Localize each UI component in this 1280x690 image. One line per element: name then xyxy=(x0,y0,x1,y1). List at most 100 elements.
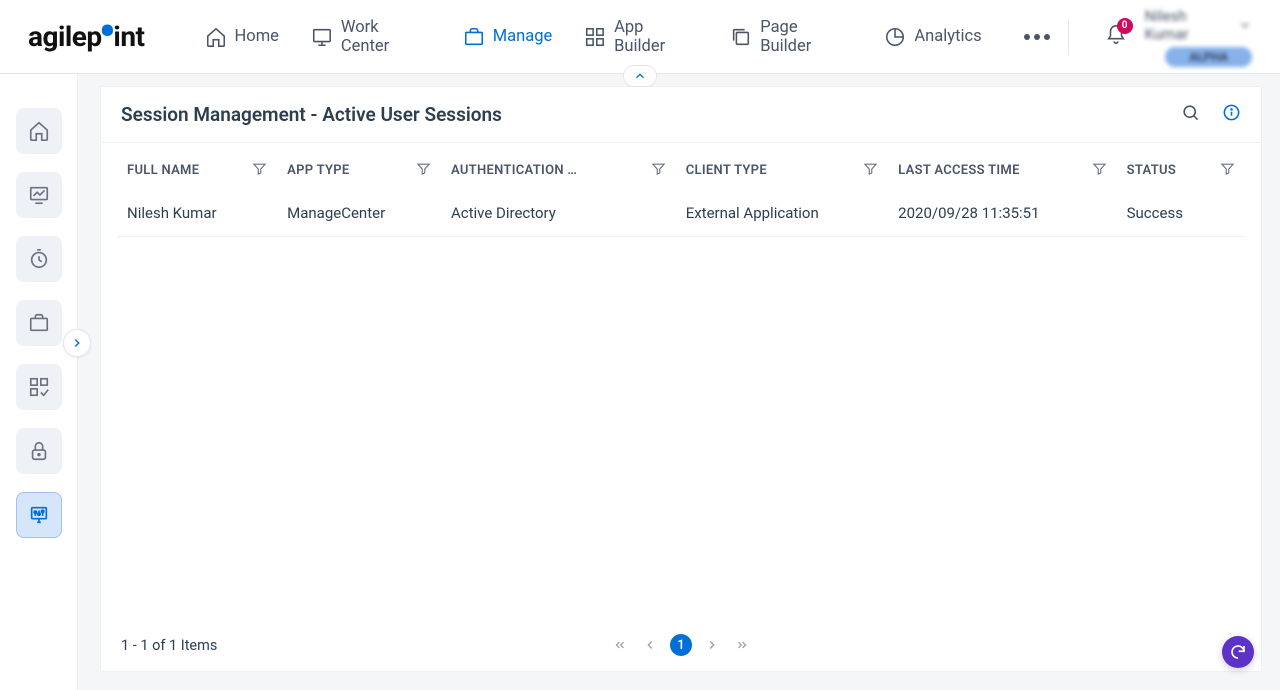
monitor-icon xyxy=(311,26,333,48)
lock-icon xyxy=(28,440,50,462)
logo-text-right: int xyxy=(113,20,144,53)
filter-full-name[interactable] xyxy=(252,161,267,180)
stopwatch-icon xyxy=(28,248,50,270)
table-wrap: FULL NAME APP TYPE AUTHENTICATION … CLIE… xyxy=(101,143,1261,619)
info-button[interactable] xyxy=(1222,103,1241,126)
chevrons-left-icon xyxy=(613,638,627,652)
col-status[interactable]: STATUS xyxy=(1117,143,1245,194)
col-full-name[interactable]: FULL NAME xyxy=(117,143,277,194)
top-nav: agilep•int Home Work Center Manage App B… xyxy=(0,0,1280,74)
nav-page-builder-label: Page Builder xyxy=(760,18,852,56)
cell-client-type: External Application xyxy=(676,194,888,237)
chevron-left-icon xyxy=(643,638,657,652)
pie-icon xyxy=(884,26,906,48)
filter-app-type[interactable] xyxy=(416,161,431,180)
sidebar-item-home[interactable] xyxy=(16,108,62,154)
filter-icon xyxy=(1092,161,1107,176)
pager-next[interactable] xyxy=(702,635,722,655)
sessions-table: FULL NAME APP TYPE AUTHENTICATION … CLIE… xyxy=(117,143,1245,237)
pager-last[interactable] xyxy=(732,635,752,655)
sidebar-item-work[interactable] xyxy=(16,300,62,346)
nav-more[interactable] xyxy=(1024,34,1050,40)
nav-right: 0 Nilesh Kumar ALPHA xyxy=(1050,7,1252,67)
col-app-type[interactable]: APP TYPE xyxy=(277,143,441,194)
briefcase-icon xyxy=(463,26,485,48)
nav-items: Home Work Center Manage App Builder Page… xyxy=(205,18,1050,56)
alpha-badge: ALPHA xyxy=(1165,47,1252,67)
search-icon xyxy=(1181,103,1200,122)
col-full-name-label: FULL NAME xyxy=(127,163,199,178)
nav-analytics[interactable]: Analytics xyxy=(884,26,981,48)
cell-last-access: 2020/09/28 11:35:51 xyxy=(888,194,1116,237)
panel-title: Session Management - Active User Session… xyxy=(121,103,502,126)
filter-status[interactable] xyxy=(1220,161,1235,180)
home-icon xyxy=(28,120,50,142)
logo-text-left: agilep xyxy=(28,20,102,53)
sidebar-item-perf[interactable] xyxy=(16,172,62,218)
nav-separator xyxy=(1068,19,1069,55)
filter-client-type[interactable] xyxy=(863,161,878,180)
bell-badge: 0 xyxy=(1117,18,1133,34)
apps-icon xyxy=(28,376,50,398)
col-app-type-label: APP TYPE xyxy=(287,163,349,178)
nav-home[interactable]: Home xyxy=(205,26,279,48)
col-last-access-label: LAST ACCESS TIME xyxy=(898,163,1020,178)
table-row[interactable]: Nilesh Kumar ManageCenter Active Directo… xyxy=(117,194,1245,237)
nav-analytics-label: Analytics xyxy=(914,27,981,46)
chevron-right-icon xyxy=(70,336,84,350)
refresh-fab[interactable] xyxy=(1222,636,1254,668)
filter-last-access[interactable] xyxy=(1092,161,1107,180)
cell-app-type: ManageCenter xyxy=(277,194,441,237)
pager-info: 1 - 1 of 1 Items xyxy=(121,637,217,654)
col-auth-label: AUTHENTICATION … xyxy=(451,163,577,178)
col-auth[interactable]: AUTHENTICATION … xyxy=(441,143,676,194)
logo[interactable]: agilep•int xyxy=(28,20,145,53)
sidebar-expand-button[interactable] xyxy=(63,329,91,357)
panel-footer: 1 - 1 of 1 Items 1 xyxy=(101,619,1261,671)
chart-monitor-icon xyxy=(28,184,50,206)
nav-home-label: Home xyxy=(235,27,279,46)
filter-icon xyxy=(1220,161,1235,176)
sidebar-item-timer[interactable] xyxy=(16,236,62,282)
sidebar xyxy=(0,74,78,690)
user-menu[interactable]: Nilesh Kumar xyxy=(1145,7,1252,43)
filter-icon xyxy=(863,161,878,176)
sidebar-item-system[interactable] xyxy=(16,492,62,538)
cell-status: Success xyxy=(1117,194,1245,237)
table-header-row: FULL NAME APP TYPE AUTHENTICATION … CLIE… xyxy=(117,143,1245,194)
pager-first[interactable] xyxy=(610,635,630,655)
pager-prev[interactable] xyxy=(640,635,660,655)
col-client-type-label: CLIENT TYPE xyxy=(686,163,767,178)
chevron-up-icon xyxy=(633,69,647,83)
grid-icon xyxy=(584,26,606,48)
nav-work-center-label: Work Center xyxy=(341,18,431,56)
user-name-label: Nilesh Kumar xyxy=(1145,7,1234,43)
collapse-topnav-button[interactable] xyxy=(623,65,657,87)
panel-header: Session Management - Active User Session… xyxy=(101,87,1261,143)
copy-icon xyxy=(730,26,752,48)
main-content: Session Management - Active User Session… xyxy=(78,74,1280,690)
sidebar-item-security[interactable] xyxy=(16,428,62,474)
notifications-button[interactable]: 0 xyxy=(1105,24,1127,50)
nav-app-builder[interactable]: App Builder xyxy=(584,18,698,56)
chevron-right-icon xyxy=(705,638,719,652)
cell-full-name: Nilesh Kumar xyxy=(117,194,277,237)
filter-icon xyxy=(651,161,666,176)
nav-work-center[interactable]: Work Center xyxy=(311,18,431,56)
cell-auth: Active Directory xyxy=(441,194,676,237)
home-icon xyxy=(205,26,227,48)
nav-page-builder[interactable]: Page Builder xyxy=(730,18,852,56)
search-button[interactable] xyxy=(1181,103,1200,126)
nav-manage[interactable]: Manage xyxy=(463,26,552,48)
col-last-access[interactable]: LAST ACCESS TIME xyxy=(888,143,1116,194)
sidebar-item-apps[interactable] xyxy=(16,364,62,410)
chevrons-right-icon xyxy=(735,638,749,652)
layout: Session Management - Active User Session… xyxy=(0,74,1280,690)
filter-auth[interactable] xyxy=(651,161,666,180)
sliders-icon xyxy=(28,504,50,526)
filter-icon xyxy=(252,161,267,176)
briefcase-icon xyxy=(28,312,50,334)
user-block: Nilesh Kumar ALPHA xyxy=(1145,7,1252,67)
pager-current-page[interactable]: 1 xyxy=(670,634,692,656)
col-client-type[interactable]: CLIENT TYPE xyxy=(676,143,888,194)
